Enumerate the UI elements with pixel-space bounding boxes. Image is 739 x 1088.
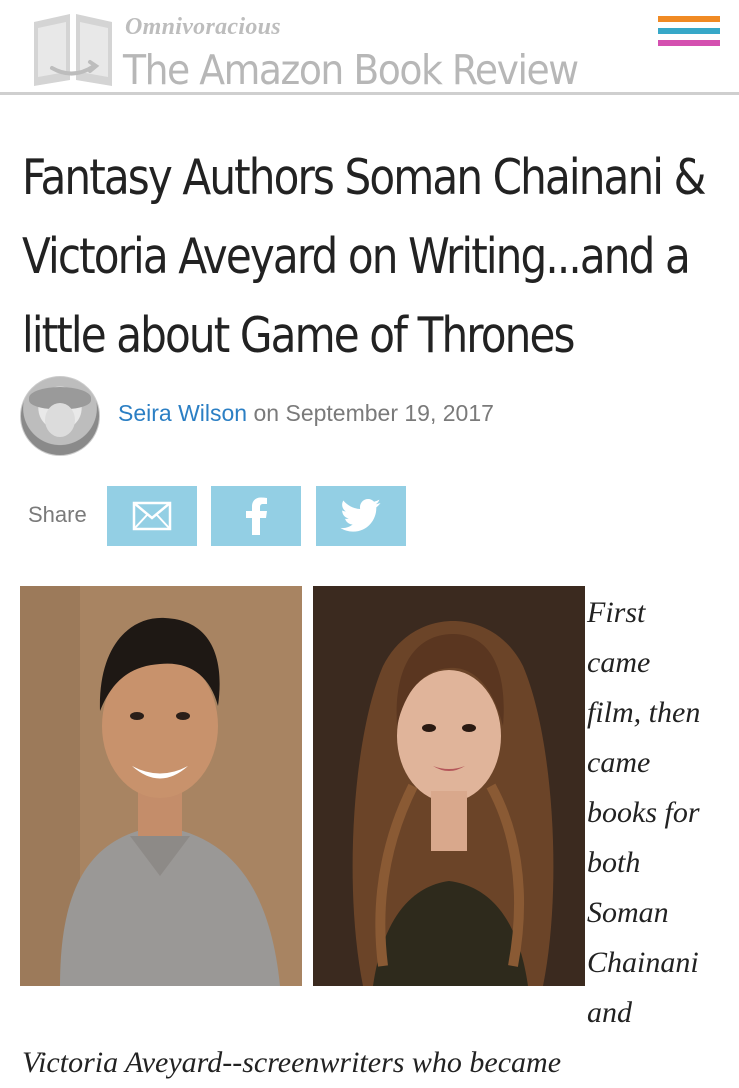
publish-date: September 19, 2017 xyxy=(285,400,494,426)
header-divider xyxy=(0,92,739,95)
facebook-share-button[interactable] xyxy=(211,486,301,546)
intro-line: both xyxy=(587,846,641,879)
intro-line: came xyxy=(587,646,651,679)
menu-bar-orange xyxy=(658,16,720,22)
author-link[interactable]: Seira Wilson xyxy=(118,400,247,426)
photo-divider xyxy=(302,586,313,986)
author-photo-soman-chainani xyxy=(20,586,302,986)
intro-line: and xyxy=(587,996,632,1029)
author-photo-victoria-aveyard xyxy=(313,586,585,986)
hamburger-menu-icon[interactable] xyxy=(658,16,720,54)
author-avatar[interactable] xyxy=(20,376,100,456)
intro-line: Chainani xyxy=(587,946,699,979)
article-intro-continued: Victoria Aveyard--screenwriters who beca… xyxy=(22,1046,562,1079)
menu-bar-blue xyxy=(658,28,720,34)
share-label: Share xyxy=(28,502,87,527)
book-icon[interactable] xyxy=(30,10,116,92)
logo-subtitle[interactable]: Omnivoracious xyxy=(125,14,281,41)
menu-bar-pink xyxy=(658,40,720,46)
intro-line: books for xyxy=(587,796,700,829)
article-title: Fantasy Authors Soman Chainani & Victori… xyxy=(22,149,706,364)
article-intro-wrapped: First came film, then came books for bot… xyxy=(587,588,737,1038)
intro-line: came xyxy=(587,746,651,779)
email-icon xyxy=(132,501,172,531)
email-share-button[interactable] xyxy=(107,486,197,546)
site-header: Omnivoracious The Amazon Book Review xyxy=(0,0,739,96)
facebook-icon xyxy=(246,497,267,535)
intro-line: Soman xyxy=(587,896,669,929)
byline-on: on xyxy=(253,400,280,426)
logo-title[interactable]: The Amazon Book Review xyxy=(123,46,579,94)
twitter-share-button[interactable] xyxy=(316,486,406,546)
intro-line: First xyxy=(587,596,646,629)
twitter-icon xyxy=(340,499,381,532)
intro-line: film, then xyxy=(587,696,701,729)
byline: Seira Wilson on September 19, 2017 xyxy=(118,400,494,427)
